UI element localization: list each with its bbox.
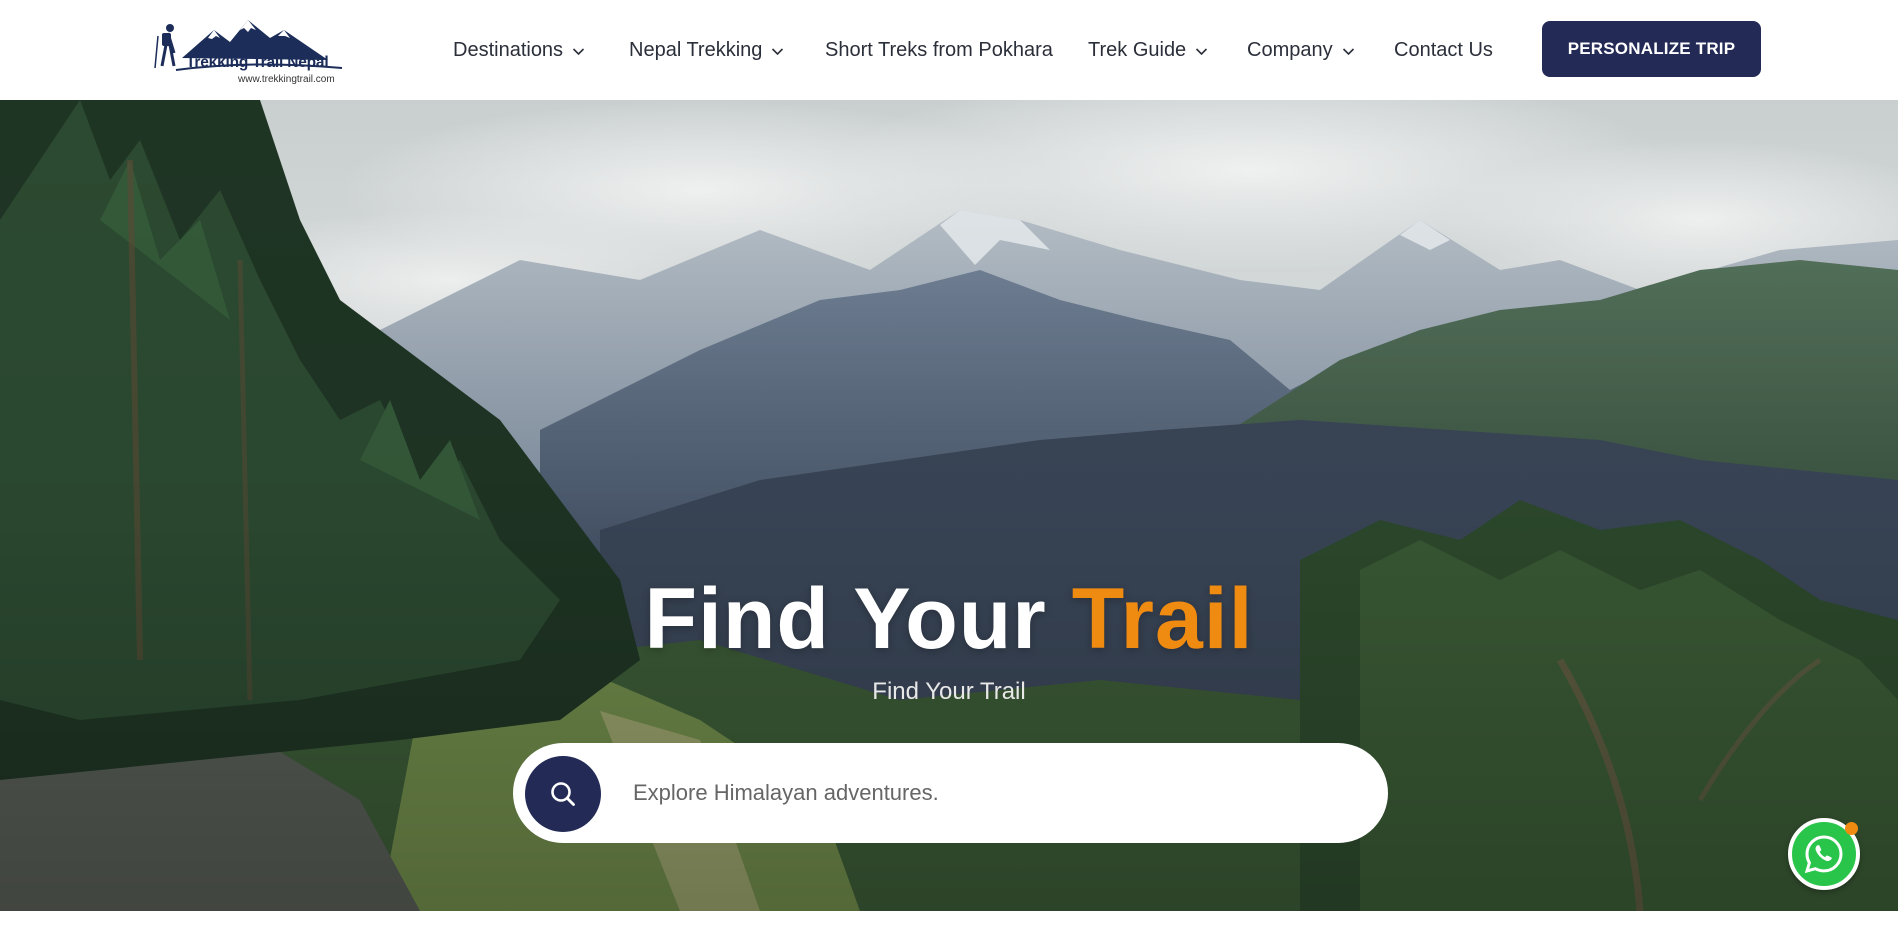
search-button[interactable] bbox=[525, 756, 601, 832]
hero-title-main: Find Your bbox=[644, 571, 1047, 667]
nav-item-short-treks-from-pokhara[interactable]: Short Treks from Pokhara bbox=[825, 36, 1053, 64]
nav-item-label: Company bbox=[1247, 38, 1333, 61]
chevron-down-icon bbox=[1342, 48, 1354, 56]
nav-item-destinations[interactable]: Destinations bbox=[453, 36, 585, 64]
site-header: Trekking Trail Nepal www.trekkingtrail.c… bbox=[0, 0, 1898, 100]
nav-item-label: Short Treks from Pokhara bbox=[825, 38, 1053, 61]
search-icon bbox=[551, 782, 575, 806]
page-divider bbox=[0, 911, 1898, 927]
hero-section: Find Your Trail Find Your Trail bbox=[0, 100, 1898, 911]
nav-item-company[interactable]: Company bbox=[1247, 36, 1355, 64]
hero-subtitle: Find Your Trail bbox=[872, 678, 1026, 705]
hero-title-accent: Trail bbox=[1071, 571, 1254, 667]
nav-item-trek-guide[interactable]: Trek Guide bbox=[1088, 36, 1208, 64]
notification-dot bbox=[1845, 822, 1858, 835]
search-bar bbox=[513, 743, 1388, 843]
hero-title: Find Your Trail bbox=[0, 570, 1898, 669]
nav-item-label: Contact Us bbox=[1394, 38, 1493, 61]
search-input[interactable] bbox=[633, 773, 1353, 813]
nav-item-label: Trek Guide bbox=[1088, 38, 1187, 61]
chevron-down-icon bbox=[1196, 48, 1208, 56]
chevron-down-icon bbox=[772, 48, 784, 56]
nav-item-label: Destinations bbox=[453, 38, 564, 61]
personalize-trip-button[interactable]: PERSONALIZE TRIP bbox=[1542, 21, 1761, 77]
whatsapp-icon bbox=[1804, 835, 1843, 874]
nav-item-nepal-trekking[interactable]: Nepal Trekking bbox=[629, 36, 784, 64]
nav-item-label: Nepal Trekking bbox=[629, 38, 763, 61]
chevron-down-icon bbox=[572, 48, 585, 56]
nav-item-contact-us[interactable]: Contact Us bbox=[1394, 36, 1493, 64]
